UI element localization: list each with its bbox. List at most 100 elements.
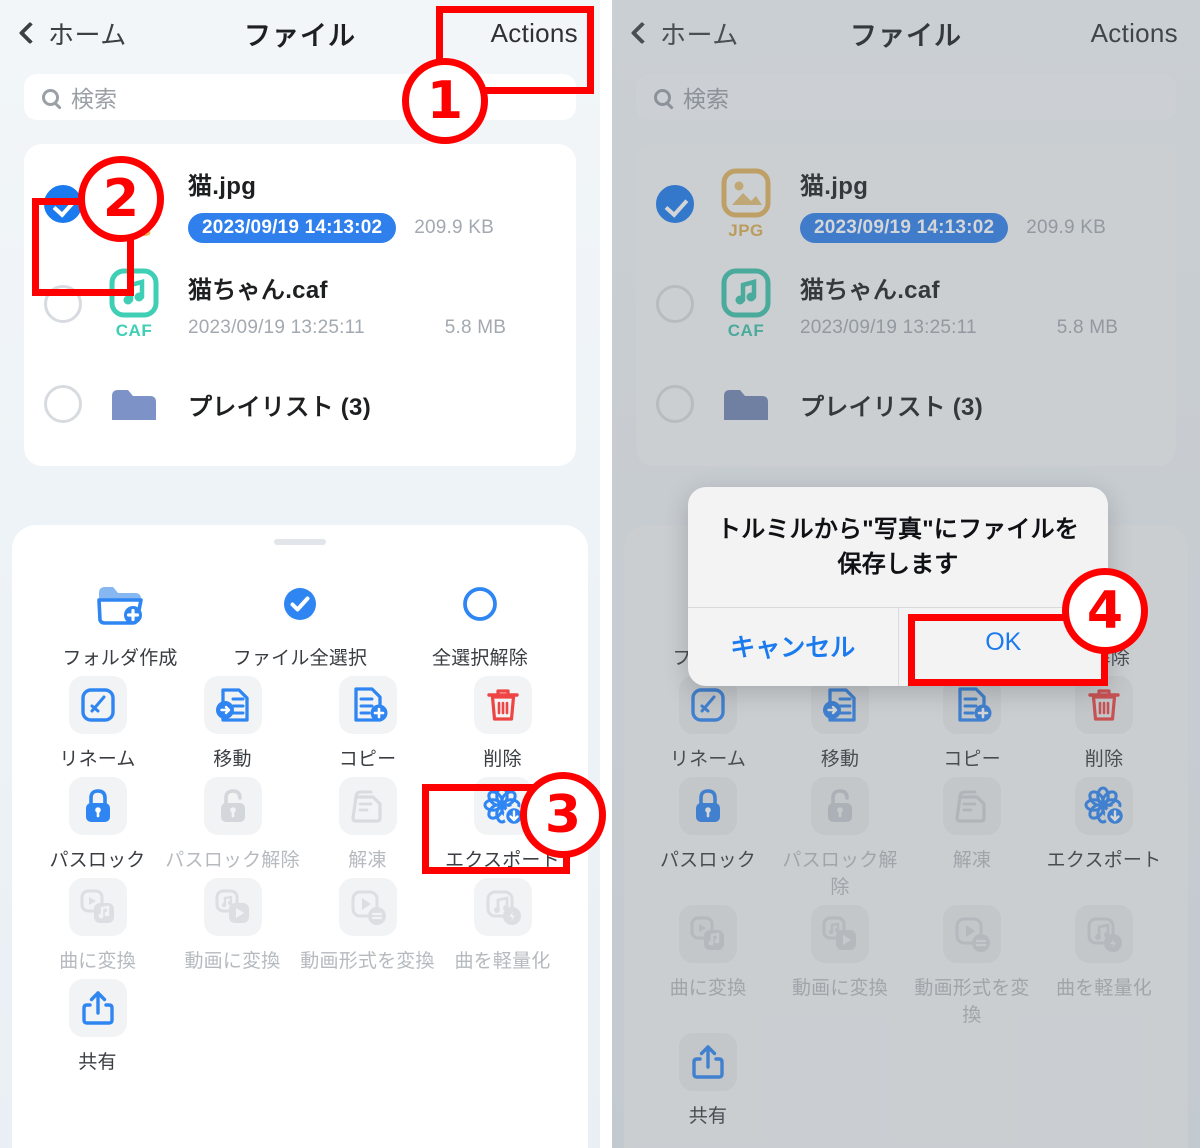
unzip-icon (943, 777, 1001, 835)
action-compress-audio: 曲を軽量化 (1038, 899, 1170, 1027)
action-spacer (165, 973, 300, 1074)
file-type-badge (714, 384, 778, 424)
action-label: パスロック解除 (782, 850, 898, 898)
action-copy[interactable]: コピー (300, 670, 435, 771)
file-list-item[interactable]: プレイリスト (3) (24, 354, 576, 454)
share-icon (68, 979, 127, 1037)
convert-video-format-icon (943, 905, 1001, 963)
file-meta: プレイリスト (3) (800, 387, 1156, 422)
file-list-item[interactable]: JPG 猫.jpg 2023/09/19 14:13:02 209.9 KB (24, 154, 576, 254)
action-passlock[interactable]: パスロック (30, 771, 165, 872)
action-delete[interactable]: 削除 (435, 670, 570, 771)
file-checkbox-unchecked[interactable] (44, 285, 82, 323)
file-checkbox-checked[interactable] (656, 185, 694, 223)
action-passlock-remove: パスロック解除 (165, 771, 300, 872)
back-button-label: ホーム (660, 19, 739, 50)
action-deselect-all[interactable]: 全選択解除 (390, 569, 570, 670)
action-create-folder[interactable]: フォルダ作成 (30, 569, 210, 670)
convert-to-video-icon (811, 905, 869, 963)
file-date: 2023/09/19 13:25:11 (800, 316, 977, 338)
search-placeholder: 検索 (683, 86, 729, 112)
folder-icon (724, 390, 768, 420)
file-list-item[interactable]: JPG 猫.jpg 2023/09/19 14:13:02 209.9 KB (636, 154, 1176, 254)
action-convert-to-audio: 曲に変換 (642, 899, 774, 1027)
file-date-badge: 2023/09/19 14:13:02 (800, 212, 1009, 243)
file-ext-label: JPG (116, 221, 152, 240)
compress-audio-icon (1075, 905, 1133, 963)
actions-row: 共有 (30, 973, 570, 1074)
image-file-icon (109, 168, 159, 218)
action-label: 解凍 (348, 850, 387, 871)
file-checkbox-unchecked[interactable] (656, 385, 694, 423)
action-share[interactable]: 共有 (30, 973, 165, 1074)
action-passlock[interactable]: パスロック (642, 771, 774, 899)
action-select-all[interactable]: ファイル全選択 (210, 569, 390, 670)
action-label: エクスポート (445, 850, 560, 871)
action-share[interactable]: 共有 (642, 1027, 774, 1128)
search-input[interactable]: 検索 (24, 74, 576, 120)
lock-closed-icon (68, 777, 127, 835)
action-label: 動画に変換 (791, 978, 888, 999)
action-label: 曲に変換 (669, 978, 747, 999)
search-icon (654, 88, 671, 106)
action-convert-to-video: 動画に変換 (774, 899, 906, 1027)
actions-button[interactable]: Actions (491, 18, 578, 49)
file-date-badge: 2023/09/19 14:13:02 (188, 212, 397, 243)
action-spacer (1038, 1027, 1170, 1128)
file-list-item[interactable]: プレイリスト (3) (636, 354, 1176, 454)
action-label: 共有 (78, 1052, 117, 1073)
search-placeholder: 検索 (71, 86, 117, 112)
action-label: リネーム (59, 749, 136, 770)
actions-row: 曲に変換 動画に変換 動画形式を変換 曲を軽量化 (642, 899, 1170, 1027)
actions-button[interactable]: Actions (1091, 18, 1178, 49)
action-convert-video-format: 動画形式を変換 (906, 899, 1038, 1027)
action-spacer (774, 1027, 906, 1128)
navigation-bar: ホーム ファイル Actions (612, 0, 1200, 66)
file-checkbox-unchecked[interactable] (44, 385, 82, 423)
file-type-badge (102, 384, 166, 424)
action-move[interactable]: 移動 (165, 670, 300, 771)
action-label: リネーム (669, 749, 747, 770)
action-convert-to-audio: 曲に変換 (30, 872, 165, 973)
action-label: フォルダ作成 (62, 648, 178, 669)
action-label: 曲に変換 (59, 951, 136, 972)
chevron-left-icon (630, 21, 654, 45)
lock-open-icon (811, 777, 869, 835)
back-button[interactable]: ホーム (18, 15, 127, 52)
action-label: 移動 (213, 749, 252, 770)
file-name: 猫.jpg (188, 172, 257, 200)
action-export[interactable]: エクスポート (435, 771, 570, 872)
file-meta: 猫ちゃん.caf 2023/09/19 13:25:11 5.8 MB (188, 270, 556, 339)
action-label: コピー (943, 749, 1001, 770)
file-checkbox-unchecked[interactable] (656, 285, 694, 323)
back-button[interactable]: ホーム (630, 15, 739, 52)
action-label: 動画形式を変換 (300, 951, 435, 972)
file-list-card: JPG 猫.jpg 2023/09/19 14:13:02 209.9 KB C… (636, 144, 1176, 466)
action-passlock-remove: パスロック解除 (774, 771, 906, 899)
action-label: コピー (338, 749, 397, 770)
file-list-item[interactable]: CAF 猫ちゃん.caf 2023/09/19 13:25:11 5.8 MB (24, 254, 576, 354)
folder-icon (112, 390, 156, 420)
action-rename[interactable]: リネーム (30, 670, 165, 771)
cancel-button[interactable]: キャンセル (688, 607, 899, 686)
search-container: 検索 (0, 66, 600, 120)
file-meta: プレイリスト (3) (188, 387, 556, 422)
search-input[interactable]: 検索 (636, 74, 1176, 120)
action-label: 曲を軽量化 (1055, 978, 1152, 999)
compress-audio-icon (473, 878, 532, 936)
trash-icon (473, 676, 532, 734)
convert-to-video-icon (203, 878, 262, 936)
action-label: 全選択解除 (431, 648, 528, 669)
action-spacer (906, 1027, 1038, 1128)
action-export[interactable]: エクスポート (1038, 771, 1170, 899)
file-checkbox-checked[interactable] (44, 185, 82, 223)
file-ext-label: CAF (727, 321, 765, 340)
action-label: 共有 (688, 1106, 728, 1127)
file-list-item[interactable]: CAF 猫ちゃん.caf 2023/09/19 13:25:11 5.8 MB (636, 254, 1176, 354)
action-label: ファイル全選択 (232, 648, 368, 669)
file-ext-label: CAF (115, 321, 153, 340)
file-meta: 猫.jpg 2023/09/19 14:13:02 209.9 KB (800, 166, 1156, 243)
ok-button[interactable]: OK (899, 608, 1109, 686)
action-label: 削除 (483, 749, 522, 770)
lock-closed-icon (679, 777, 737, 835)
